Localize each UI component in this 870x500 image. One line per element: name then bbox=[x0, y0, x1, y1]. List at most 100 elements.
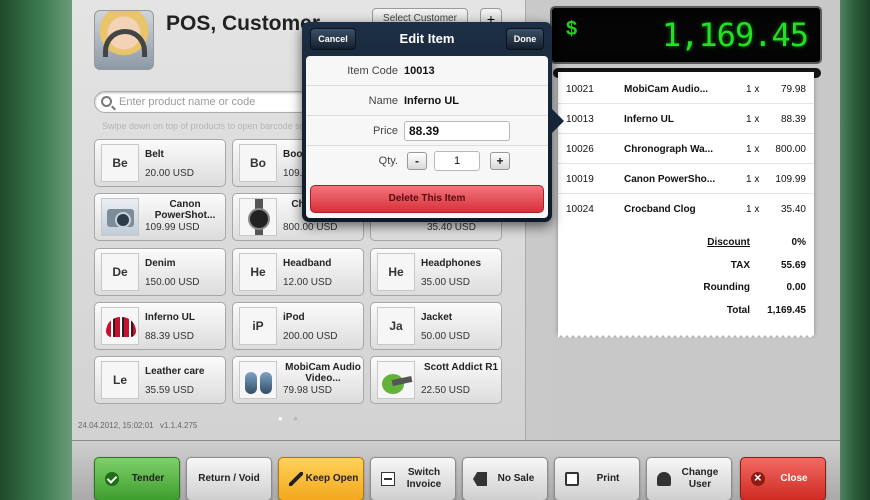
rounding-row: Rounding 0.00 bbox=[703, 282, 806, 293]
product-thumb: He bbox=[239, 253, 277, 291]
product-name: iPod bbox=[283, 312, 305, 323]
product-thumb: Ja bbox=[377, 307, 415, 345]
line-price: 800.00 bbox=[775, 144, 806, 155]
product-price: 35.59 USD bbox=[145, 385, 194, 396]
version: v1.1.4.275 bbox=[160, 421, 198, 430]
product-tile-mobicam[interactable]: MobiCam Audio Video... 79.98 USD bbox=[232, 356, 364, 404]
product-price: 35.00 USD bbox=[421, 277, 470, 288]
receipt-line[interactable]: 10026 Chronograph Wa... 1 x 800.00 bbox=[558, 134, 814, 164]
product-tile-inferno[interactable]: Inferno UL 88.39 USD bbox=[94, 302, 226, 350]
product-tile-scott-addict[interactable]: Scott Addict R1 22.50 USD bbox=[370, 356, 502, 404]
product-tile-headband[interactable]: He Headband 12.00 USD bbox=[232, 248, 364, 296]
product-price: 109.99 USD bbox=[145, 222, 200, 233]
switch-invoice-button[interactable]: Switch Invoice bbox=[370, 457, 456, 500]
line-code: 10021 bbox=[566, 84, 594, 95]
product-tile-leather-care[interactable]: Le Leather care 35.59 USD bbox=[94, 356, 226, 404]
total-value: 1,169.45 bbox=[767, 305, 806, 316]
switch-invoice-label: Switch Invoice bbox=[406, 467, 442, 490]
no-sale-button[interactable]: No Sale bbox=[462, 457, 548, 500]
keep-open-button[interactable]: Keep Open bbox=[278, 457, 364, 500]
discount-value: 0% bbox=[791, 237, 806, 248]
avatar[interactable] bbox=[94, 10, 154, 70]
product-tile-denim[interactable]: De Denim 150.00 USD bbox=[94, 248, 226, 296]
total-amount: 1,169.45 bbox=[661, 16, 809, 54]
tender-button[interactable]: Tender bbox=[94, 457, 180, 500]
product-thumb: iP bbox=[239, 307, 277, 345]
yoga-image bbox=[377, 361, 415, 399]
done-button[interactable]: Done bbox=[506, 28, 544, 50]
discount-row[interactable]: Discount 0% bbox=[707, 237, 806, 248]
tender-label: Tender bbox=[131, 473, 165, 484]
product-name: Headphones bbox=[421, 258, 482, 269]
switch-icon bbox=[381, 472, 395, 486]
product-name: Leather care bbox=[145, 366, 205, 377]
product-tile-jacket[interactable]: Ja Jacket 50.00 USD bbox=[370, 302, 502, 350]
line-qty: 1 x bbox=[746, 84, 760, 95]
edit-item-form: Item Code 10013 Name Inferno UL Price Qt… bbox=[306, 56, 548, 218]
product-name: MobiCam Audio Video... bbox=[285, 362, 361, 384]
product-thumb: Bo bbox=[239, 144, 277, 182]
item-code-label: Item Code bbox=[347, 65, 398, 77]
receipt-line[interactable]: 10021 MobiCam Audio... 1 x 79.98 bbox=[558, 74, 814, 104]
no-sale-label: No Sale bbox=[497, 473, 535, 484]
receipt-line[interactable]: 10019 Canon PowerSho... 1 x 109.99 bbox=[558, 164, 814, 194]
left-bezel bbox=[0, 0, 72, 500]
qty-label: Qty. bbox=[378, 155, 398, 167]
no-sale-icon bbox=[473, 472, 487, 486]
tax-label: TAX bbox=[730, 260, 750, 271]
product-price: 22.50 USD bbox=[421, 385, 470, 396]
product-thumb: Be bbox=[101, 144, 139, 182]
product-tile-headphones[interactable]: He Headphones 35.00 USD bbox=[370, 248, 502, 296]
close-label: Close bbox=[780, 473, 808, 484]
search-hint: Swipe down on top of products to open ba… bbox=[102, 121, 328, 131]
product-price: 12.00 USD bbox=[283, 277, 332, 288]
product-tile-ipod[interactable]: iP iPod 200.00 USD bbox=[232, 302, 364, 350]
receipt: 10021 MobiCam Audio... 1 x 79.98 10013 I… bbox=[558, 72, 814, 340]
product-name: Jacket bbox=[421, 312, 453, 323]
receipt-line[interactable]: 10024 Crocband Clog 1 x 35.40 bbox=[558, 194, 814, 224]
qty-minus-button[interactable]: - bbox=[407, 152, 427, 170]
qty-row: Qty. - 1 + bbox=[306, 146, 548, 176]
delete-item-button[interactable]: Delete This Item bbox=[310, 185, 544, 213]
line-code: 10026 bbox=[566, 144, 594, 155]
product-price: 88.39 USD bbox=[145, 331, 194, 342]
rounding-label: Rounding bbox=[703, 282, 750, 293]
product-price: 800.00 USD bbox=[283, 222, 338, 233]
line-code: 10024 bbox=[566, 204, 594, 215]
change-user-button[interactable]: Change User bbox=[646, 457, 732, 500]
line-name: Canon PowerSho... bbox=[624, 174, 716, 185]
product-tile-canon[interactable]: Canon PowerShot... 109.99 USD bbox=[94, 193, 226, 241]
product-price: 20.00 USD bbox=[145, 168, 194, 179]
line-qty: 1 x bbox=[746, 204, 760, 215]
return-void-button[interactable]: Return / Void bbox=[186, 457, 272, 500]
price-input[interactable] bbox=[404, 121, 510, 141]
qty-plus-button[interactable]: + bbox=[490, 152, 510, 170]
keep-open-label: Keep Open bbox=[305, 473, 359, 484]
dollar-icon: $ bbox=[566, 18, 578, 40]
product-thumb: De bbox=[101, 253, 139, 291]
line-code: 10019 bbox=[566, 174, 594, 185]
product-name: Denim bbox=[145, 258, 176, 269]
print-button[interactable]: Print bbox=[554, 457, 640, 500]
product-thumb: Le bbox=[101, 361, 139, 399]
page-indicator[interactable]: ● ● bbox=[278, 414, 302, 423]
price-label: Price bbox=[372, 125, 398, 137]
page-title: POS, Customer bbox=[166, 12, 321, 35]
popover-arrow bbox=[552, 109, 564, 133]
line-name: Inferno UL bbox=[624, 114, 674, 125]
rounding-value: 0.00 bbox=[786, 282, 806, 293]
timestamp: 24.04.2012, 15:02:01 bbox=[78, 421, 154, 430]
receipt-line[interactable]: 10013 Inferno UL 1 x 88.39 bbox=[558, 104, 814, 134]
pencil-icon bbox=[289, 472, 303, 486]
speakers-image bbox=[239, 361, 277, 399]
edit-item-popover: Cancel Edit Item Done Item Code 10013 Na… bbox=[302, 22, 564, 222]
product-name: Scott Addict R1 bbox=[423, 362, 499, 373]
return-void-label: Return / Void bbox=[198, 473, 260, 484]
product-tile-belt[interactable]: Be Belt 20.00 USD bbox=[94, 139, 226, 187]
discount-label[interactable]: Discount bbox=[707, 237, 750, 248]
qty-input[interactable]: 1 bbox=[434, 151, 480, 171]
close-button[interactable]: Close bbox=[740, 457, 826, 500]
helmet-image bbox=[101, 307, 139, 345]
camera-image bbox=[101, 198, 139, 236]
line-price: 88.39 bbox=[780, 114, 806, 125]
